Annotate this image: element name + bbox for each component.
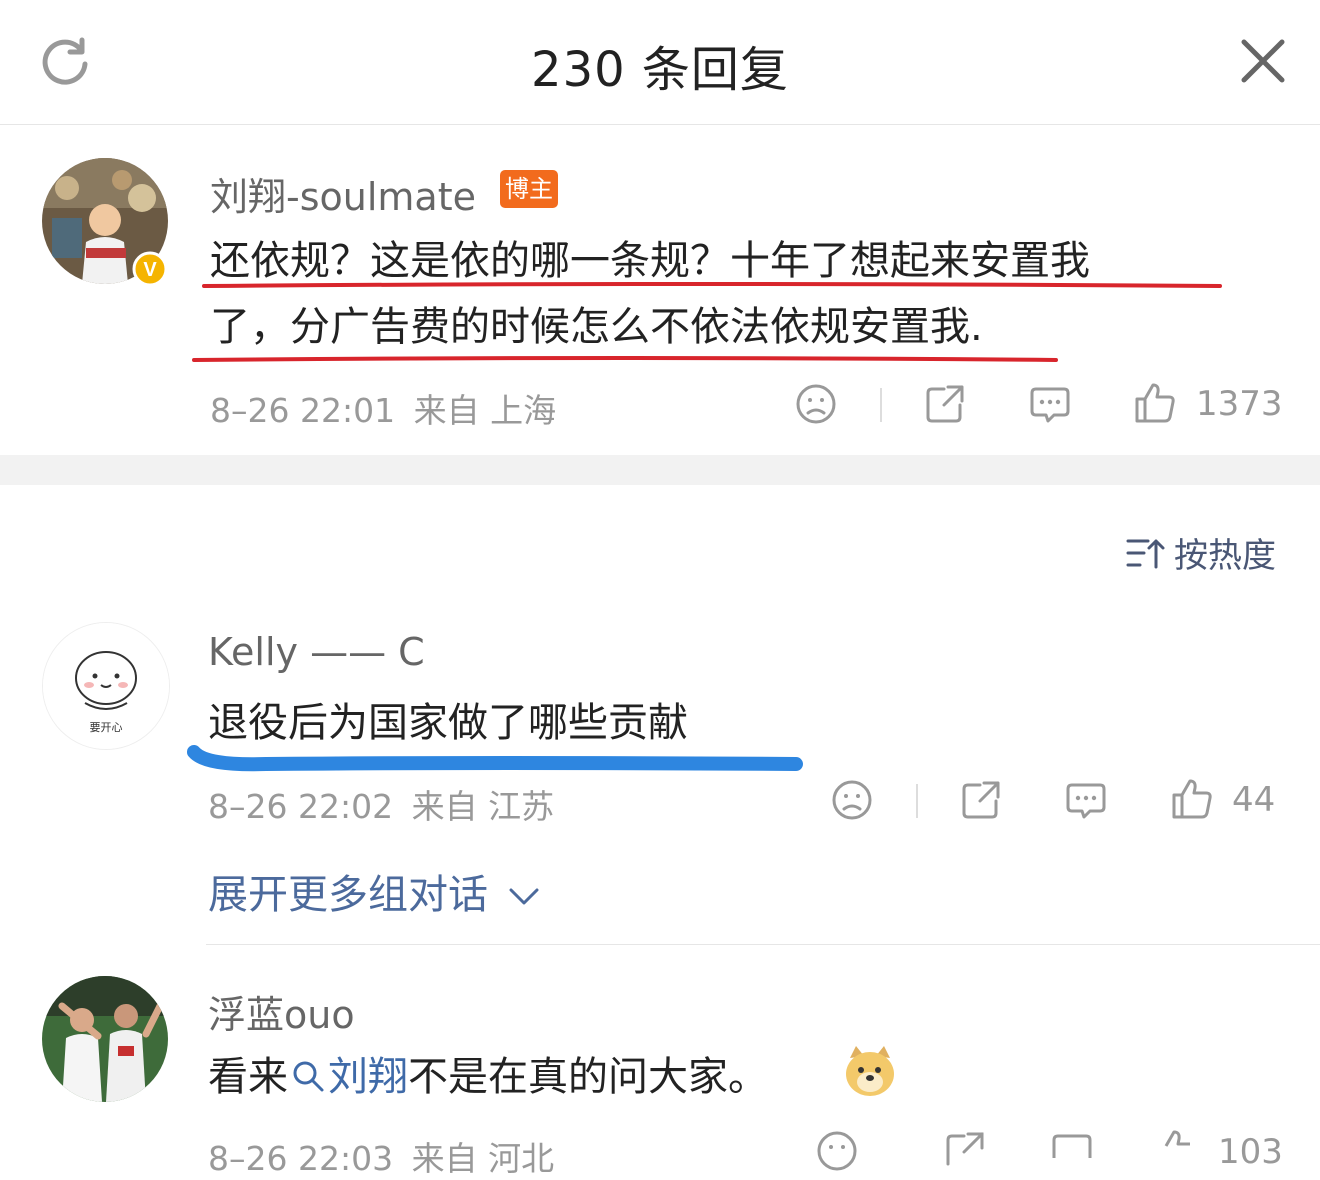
- chevron-down-icon: [509, 888, 539, 905]
- share-icon[interactable]: [960, 779, 1002, 821]
- doge-emoji: [846, 1046, 894, 1096]
- verified-icon: V: [132, 251, 168, 287]
- post-author-name[interactable]: 刘翔-soulmate: [210, 166, 476, 221]
- like-count: 1373: [1196, 384, 1283, 424]
- expand-conversation-link[interactable]: 展开更多组对话: [208, 862, 541, 920]
- comment-text: 看来 刘翔不是在真的问大家。: [208, 1044, 768, 1110]
- expand-label: 展开更多组对话: [208, 872, 488, 918]
- close-icon[interactable]: [1240, 38, 1286, 84]
- share-icon[interactable]: [924, 383, 966, 425]
- comment-avatar[interactable]: [42, 976, 168, 1102]
- like-icon[interactable]: [1133, 381, 1177, 425]
- svg-text:V: V: [143, 259, 157, 281]
- action-divider: [880, 388, 882, 422]
- comment-meta: 8–26 22:03 来自 河北: [208, 1132, 554, 1180]
- comment-text-after: 不是在真的问大家。: [408, 1054, 768, 1100]
- comment-location: 来自 江苏: [411, 787, 555, 826]
- comment-time: 8–26 22:03: [208, 1139, 394, 1178]
- like-count: 44: [1232, 780, 1276, 820]
- comment-author-name[interactable]: Kelly —— C: [208, 630, 425, 674]
- post-location: 来自 上海: [413, 391, 557, 430]
- page-title: 230 条回复: [531, 42, 789, 98]
- red-underline-annotation: [192, 282, 1222, 362]
- comment-time: 8–26 22:02: [208, 787, 394, 826]
- comment-icon[interactable]: [1028, 383, 1072, 427]
- comment-icon[interactable]: [1064, 779, 1108, 823]
- like-count: 103: [1218, 1132, 1283, 1172]
- post-time: 8–26 22:01: [210, 391, 396, 430]
- sort-icon: [1126, 539, 1165, 568]
- comment-author-name[interactable]: 浮蓝ouo: [208, 984, 355, 1039]
- like-icon[interactable]: [1170, 777, 1214, 821]
- blogger-badge: 博主: [500, 170, 558, 208]
- section-separator: [0, 455, 1320, 485]
- dislike-face-icon[interactable]: [816, 1130, 858, 1172]
- svg-text:要开心: 要开心: [90, 721, 123, 734]
- blue-underline-annotation: [187, 745, 803, 772]
- dislike-face-icon[interactable]: [831, 779, 873, 821]
- comment-avatar[interactable]: 要开心: [42, 622, 170, 750]
- sort-label: 按热度: [1174, 536, 1276, 576]
- post-meta: 8–26 22:01 来自 上海: [210, 384, 556, 432]
- search-icon: [293, 1061, 324, 1092]
- comment-text-before: 看来: [208, 1054, 288, 1100]
- sort-button[interactable]: 按热度: [1126, 528, 1276, 577]
- header: 230 条回复: [0, 0, 1320, 125]
- comment-location: 来自 河北: [411, 1139, 555, 1178]
- action-divider: [916, 784, 918, 818]
- comment-icon[interactable]: [1050, 1130, 1094, 1174]
- dislike-face-icon[interactable]: [795, 383, 837, 425]
- share-icon[interactable]: [944, 1130, 986, 1172]
- comment-meta: 8–26 22:02 来自 江苏: [208, 780, 554, 828]
- comment-divider: [206, 944, 1320, 945]
- like-icon[interactable]: [1154, 1128, 1198, 1172]
- topic-link[interactable]: 刘翔: [328, 1054, 408, 1100]
